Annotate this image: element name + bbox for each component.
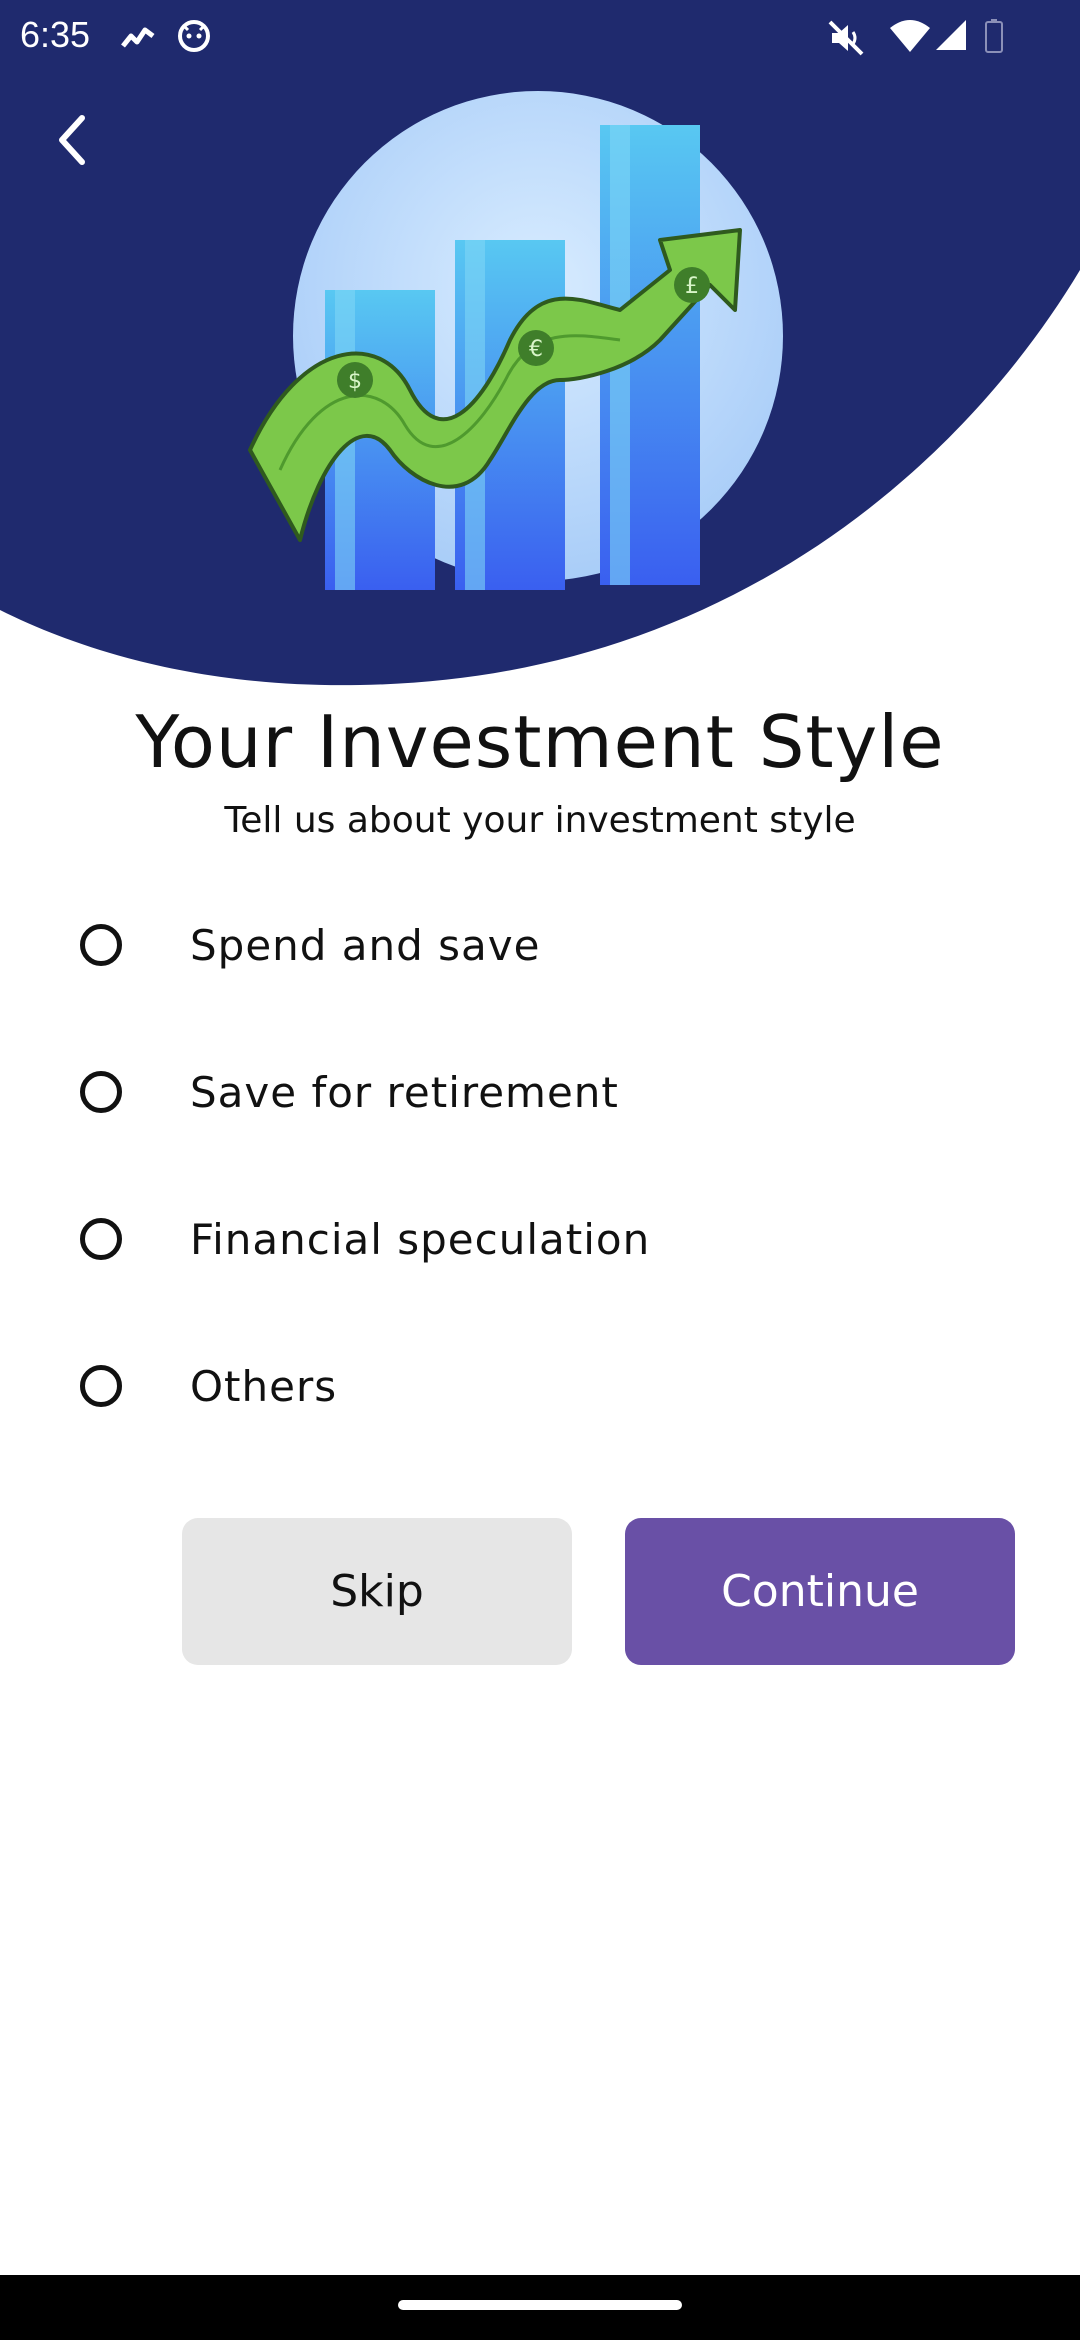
option-save-for-retirement[interactable]: Save for retirement bbox=[60, 1037, 1020, 1147]
radio-button[interactable] bbox=[80, 924, 122, 966]
chart-app-icon bbox=[121, 27, 155, 48]
battery-icon bbox=[985, 19, 1003, 53]
chevron-left-icon bbox=[59, 115, 85, 165]
option-financial-speculation[interactable]: Financial speculation bbox=[60, 1184, 1020, 1294]
radio-button[interactable] bbox=[80, 1071, 122, 1113]
home-indicator[interactable] bbox=[398, 2300, 682, 2310]
cat-app-icon bbox=[178, 20, 210, 52]
skip-button[interactable]: Skip bbox=[182, 1518, 572, 1665]
radio-button[interactable] bbox=[80, 1218, 122, 1260]
option-label: Others bbox=[190, 1361, 338, 1411]
status-time: 6:35 bbox=[20, 14, 91, 55]
option-others[interactable]: Others bbox=[60, 1331, 1020, 1441]
svg-text:$: $ bbox=[348, 369, 362, 394]
page-subtitle: Tell us about your investment style bbox=[224, 800, 856, 841]
page-title: Your Investment Style bbox=[135, 700, 945, 784]
wifi-icon bbox=[890, 20, 930, 52]
screen: 6:35 $ € £ Your Investment Style Tell us… bbox=[0, 0, 1080, 2340]
mute-icon bbox=[828, 20, 864, 56]
option-label: Spend and save bbox=[190, 920, 541, 970]
option-label: Financial speculation bbox=[190, 1214, 651, 1264]
back-button[interactable] bbox=[40, 100, 104, 180]
investment-growth-illustration: $ € £ bbox=[248, 91, 783, 590]
option-label: Save for retirement bbox=[190, 1067, 619, 1117]
continue-button[interactable]: Continue bbox=[625, 1518, 1015, 1665]
svg-text:€: € bbox=[529, 337, 543, 362]
svg-text:£: £ bbox=[685, 274, 699, 299]
radio-button[interactable] bbox=[80, 1365, 122, 1407]
signal-icon bbox=[936, 20, 966, 50]
option-spend-and-save[interactable]: Spend and save bbox=[60, 890, 1020, 1000]
status-bar: 6:35 bbox=[0, 0, 1080, 80]
